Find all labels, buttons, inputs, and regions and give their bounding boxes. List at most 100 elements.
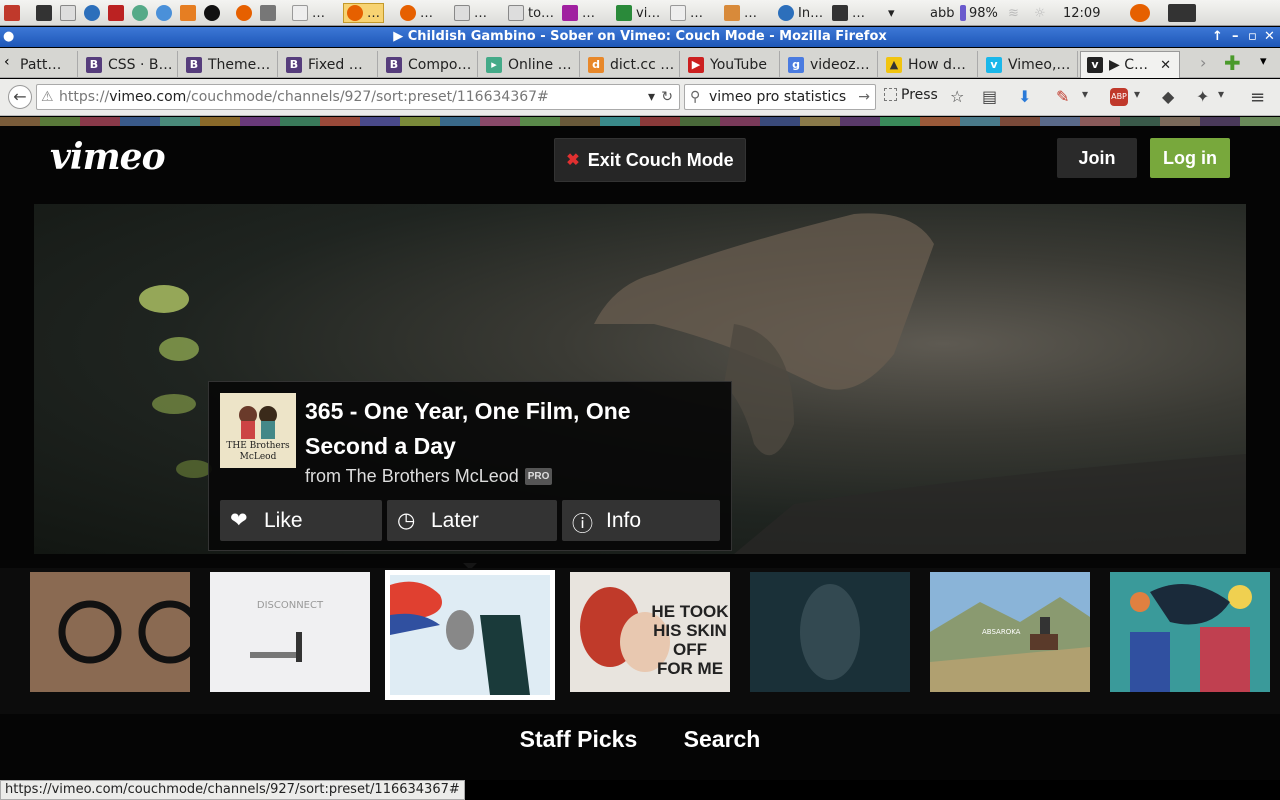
tab-6[interactable]: d dict.cc … <box>582 51 680 78</box>
tab-scroll-left-icon[interactable]: ‹ <box>4 54 10 70</box>
thumb-pattern[interactable] <box>1110 572 1270 692</box>
taskbar-user: abb <box>930 5 955 21</box>
stripe-segment <box>1040 117 1080 126</box>
thumb-glasses[interactable] <box>30 572 190 692</box>
globe-icon[interactable] <box>132 3 152 23</box>
thumb-cowboy[interactable]: ABSAROKA <box>930 572 1090 692</box>
at-icon[interactable] <box>204 3 224 23</box>
window-up-icon[interactable]: ↑ <box>1212 27 1223 47</box>
bottom-nav: Staff Picks Search <box>0 726 1280 753</box>
url-bar[interactable]: ⚠ https://vimeo.com/couchmode/channels/92… <box>36 84 680 110</box>
exit-couch-mode-button[interactable]: ✖ Exit Couch Mode <box>554 138 746 182</box>
tab-5[interactable]: ▸ Online … <box>480 51 580 78</box>
thumb-cartoon-selected[interactable] <box>385 570 555 700</box>
stripe-segment <box>920 117 960 126</box>
task-item-7[interactable]: … <box>670 3 703 23</box>
bookmark-star-icon[interactable]: ☆ <box>950 87 964 106</box>
task-item-1[interactable]: … <box>292 3 325 23</box>
dropdown-icon[interactable]: ▾ <box>1134 87 1140 101</box>
search-go-icon[interactable]: → <box>858 85 870 109</box>
firefox-task-icon[interactable] <box>236 3 256 23</box>
search-link[interactable]: Search <box>684 726 761 752</box>
like-button[interactable]: ❤ Like <box>220 500 382 541</box>
broom-icon[interactable]: ✎ <box>1056 87 1069 106</box>
info-button[interactable]: ⓘ Info <box>562 500 720 541</box>
vimeo-logo[interactable]: vimeo <box>50 136 166 178</box>
terminal-tray-icon[interactable] <box>1168 3 1200 23</box>
dropdown-icon[interactable]: ▾ <box>1218 87 1224 101</box>
taskbar-dropdown-icon[interactable]: ▾ <box>888 3 895 23</box>
task-item-2[interactable]: … <box>400 3 433 23</box>
download-icon[interactable]: ⬇ <box>1018 87 1031 106</box>
task-item-3[interactable]: … <box>454 3 487 23</box>
mail-icon[interactable] <box>108 3 128 23</box>
staff-picks-link[interactable]: Staff Picks <box>520 726 638 752</box>
tab-scroll-right-icon[interactable]: › <box>1200 53 1206 72</box>
sync-icon[interactable] <box>84 3 104 23</box>
back-icon[interactable]: ← <box>8 85 32 109</box>
close-tab-icon[interactable]: ✕ <box>1160 58 1171 73</box>
stripe-segment <box>1000 117 1040 126</box>
checkbox-icon[interactable] <box>884 88 897 101</box>
task-item-5[interactable]: … <box>562 3 595 23</box>
bootstrap-icon: B <box>186 56 202 73</box>
pocket-icon[interactable]: ◆ <box>1162 87 1174 106</box>
hamburger-menu-icon[interactable]: ≡ <box>1250 87 1265 108</box>
task-item-active[interactable]: … <box>343 3 384 23</box>
channel-thumbnail[interactable]: THE Brothers McLeod <box>220 393 296 468</box>
url-dropdown-icon[interactable]: ▾ <box>648 85 655 109</box>
thumb-dark[interactable] <box>750 572 910 692</box>
new-tab-icon[interactable]: ✚ <box>1224 51 1241 75</box>
search-input[interactable]: ⚲ vimeo pro statistics → <box>684 84 876 110</box>
task-item-6[interactable]: vi… <box>616 3 660 23</box>
thumb-disconnect[interactable]: DISCONNECT <box>210 572 370 692</box>
reload-icon[interactable]: ↻ <box>661 85 673 109</box>
stripe-segment <box>1200 117 1240 126</box>
tab-list-icon[interactable]: ▾ <box>1260 54 1267 69</box>
task-item-9[interactable]: In… <box>778 3 823 23</box>
tab-11-active[interactable]: v ▶ C… ✕ <box>1080 51 1180 78</box>
tool-icon[interactable] <box>180 3 200 23</box>
wifi-icon: ≋ <box>1008 5 1019 21</box>
window-title: ▶ Childish Gambino - Sober on Vimeo: Cou… <box>393 29 887 44</box>
files-task-icon[interactable] <box>260 3 280 23</box>
adblock-icon[interactable]: ABP <box>1110 88 1128 106</box>
minimize-icon[interactable]: – <box>1232 27 1239 47</box>
tab-1[interactable]: B CSS · B… <box>80 51 178 78</box>
tab-0[interactable]: Patt… <box>14 51 78 78</box>
tab-2[interactable]: B Theme… <box>180 51 278 78</box>
close-window-icon[interactable]: ✕ <box>1264 27 1275 47</box>
clock-icon: ◷ <box>397 508 416 532</box>
video-title[interactable]: 365 - One Year, One Film, One Second a D… <box>305 394 705 464</box>
video-author[interactable]: from The Brothers McLeod PRO <box>305 466 553 487</box>
editor-icon[interactable] <box>60 3 80 23</box>
join-button[interactable]: Join <box>1057 138 1137 178</box>
tab-9[interactable]: ▲ How d… <box>880 51 978 78</box>
reading-list-icon[interactable]: ▤ <box>982 87 997 106</box>
tab-label: Online … <box>508 56 572 73</box>
later-button[interactable]: ◷ Later <box>387 500 557 541</box>
stripe-segment <box>40 117 80 126</box>
press-label[interactable]: Press <box>901 87 938 103</box>
dropdown-icon[interactable]: ▾ <box>1082 87 1088 101</box>
tab-3[interactable]: B Fixed … <box>280 51 378 78</box>
task-item-10[interactable]: … <box>832 3 865 23</box>
app-menu-icon[interactable] <box>4 3 24 23</box>
login-button[interactable]: Log in <box>1150 138 1230 178</box>
vimeo-couchmode: vimeo ✖ Exit Couch Mode Join Log in THE B… <box>0 126 1280 780</box>
tab-8[interactable]: g videoz… <box>782 51 878 78</box>
task-item-8[interactable]: … <box>724 3 757 23</box>
tab-7[interactable]: ▶ YouTube <box>682 51 780 78</box>
task-item-4[interactable]: to… <box>508 3 554 23</box>
extension-icon[interactable]: ✦ <box>1196 87 1209 106</box>
tab-10[interactable]: v Vimeo,… <box>980 51 1078 78</box>
brothers-mcleod-logo: THE Brothers McLeod <box>220 393 296 468</box>
stripe-segment <box>120 117 160 126</box>
firefox-tray-icon[interactable] <box>1130 3 1154 23</box>
tab-4[interactable]: B Compo… <box>380 51 478 78</box>
maximize-icon[interactable]: ▫ <box>1248 27 1257 47</box>
thumb-skin[interactable]: HE TOOK HIS SKIN OFF FOR ME <box>570 572 730 692</box>
terminal-icon[interactable] <box>36 3 56 23</box>
chrome-icon[interactable] <box>156 3 176 23</box>
firefox-window-icon: ● <box>3 29 15 44</box>
